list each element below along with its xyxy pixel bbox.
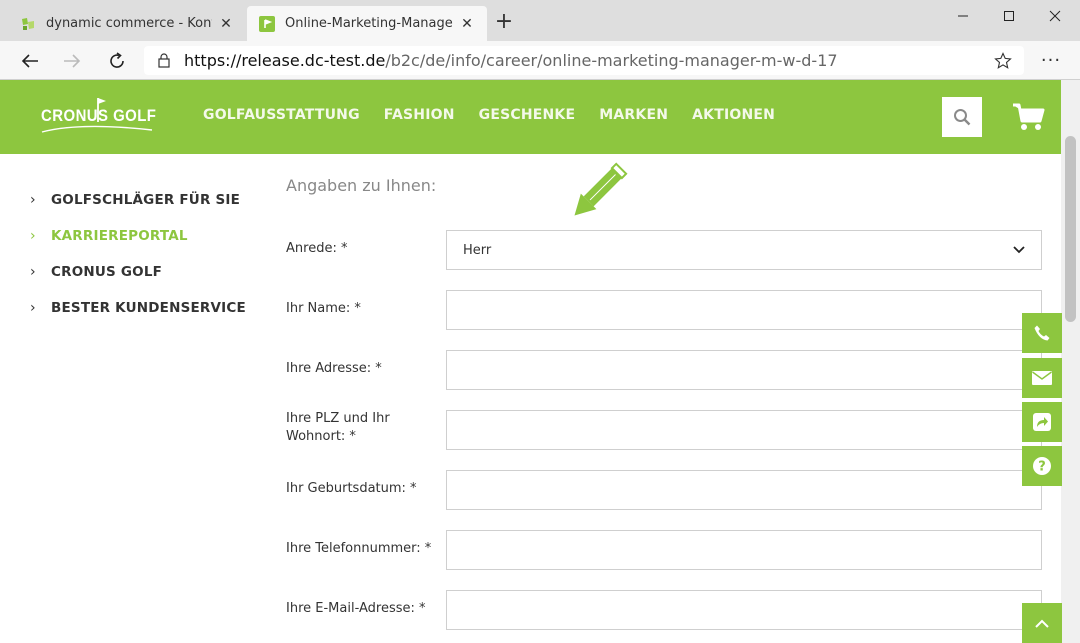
email-field[interactable] (446, 590, 1042, 630)
back-icon[interactable] (16, 48, 44, 74)
plz-wohnort-label: Ihre PLZ und Ihr Wohnort: * (286, 411, 390, 444)
name-label: Ihr Name: * (286, 301, 361, 316)
telefon-field[interactable] (446, 530, 1042, 570)
dc-favicon-icon (20, 16, 36, 32)
email-label: Ihre E-Mail-Adresse: * (286, 601, 426, 616)
geburtsdatum-field[interactable] (446, 470, 1042, 510)
adresse-field[interactable] (446, 350, 1042, 390)
cronus-favicon-icon (259, 15, 275, 32)
cart-icon (1013, 103, 1045, 130)
close-window-icon[interactable] (1032, 0, 1078, 32)
sidebar-item-label: CRONUS GOLF (51, 264, 163, 280)
close-tab-icon[interactable]: ✕ (459, 16, 475, 32)
url-path: /b2c/de/info/career/online-marketing-man… (385, 51, 838, 70)
site-header: CRONUS GOLF GOLFAUSSTATTUNG FASHION GESC… (0, 80, 1061, 154)
browser-menu-icon[interactable]: ··· (1038, 50, 1064, 71)
sidebar-item-karriereportal[interactable]: › KARRIEREPORTAL (30, 218, 270, 254)
minimize-icon[interactable] (940, 0, 986, 32)
chevron-right-icon: › (30, 228, 36, 244)
chevron-right-icon: › (30, 300, 36, 316)
browser-tab-kontakt[interactable]: dynamic commerce - Kontaktfor ✕ (8, 6, 246, 41)
chevron-right-icon: › (30, 192, 36, 208)
tab-title: dynamic commerce - Kontaktfor (46, 16, 212, 31)
adresse-label: Ihre Adresse: * (286, 361, 382, 376)
lock-icon (144, 53, 184, 68)
form-heading: Angaben zu Ihnen: (286, 176, 437, 195)
sidebar-item-label: BESTER KUNDENSERVICE (51, 300, 246, 316)
sidebar-item-kundenservice[interactable]: › BESTER KUNDENSERVICE (30, 290, 270, 326)
sidebar-item-cronus-golf[interactable]: › CRONUS GOLF (30, 254, 270, 290)
logo-text: CRONUS GOLF (41, 106, 157, 125)
phone-icon (1034, 325, 1050, 341)
share-button[interactable] (1022, 402, 1062, 442)
tab-title: Online-Marketing-Manager (m/w (285, 16, 453, 31)
page-scrollbar[interactable] (1061, 80, 1080, 643)
nav-geschenke[interactable]: GESCHENKE (479, 107, 576, 123)
help-button[interactable]: ? (1022, 446, 1062, 486)
forward-icon[interactable] (58, 48, 86, 74)
scrollbar-thumb[interactable] (1065, 136, 1076, 322)
scroll-to-top-button[interactable] (1022, 603, 1062, 643)
new-tab-button[interactable]: + (493, 11, 515, 34)
sidebar-nav: › GOLFSCHLÄGER FÜR SIE › KARRIEREPORTAL … (30, 182, 270, 326)
chevron-down-icon (1013, 246, 1025, 254)
nav-aktionen[interactable]: AKTIONEN (692, 107, 775, 123)
nav-fashion[interactable]: FASHION (384, 107, 455, 123)
name-field[interactable] (446, 290, 1042, 330)
chevron-up-icon (1035, 619, 1049, 628)
telefon-label: Ihre Telefonnummer: * (286, 541, 432, 556)
phone-button[interactable] (1022, 313, 1062, 353)
sidebar-item-label: KARRIEREPORTAL (51, 228, 188, 244)
address-bar-row: https://release.dc-test.de/b2c/de/info/c… (0, 41, 1080, 80)
help-icon: ? (1033, 457, 1051, 475)
cart-button[interactable] (1012, 102, 1046, 132)
search-button[interactable] (942, 97, 982, 137)
nav-golfausstattung[interactable]: GOLFAUSSTATTUNG (203, 107, 360, 123)
pencil-arrow-icon (574, 162, 628, 216)
svg-text:?: ? (1038, 460, 1046, 475)
plz-wohnort-field[interactable] (446, 410, 1042, 450)
sidebar-item-label: GOLFSCHLÄGER FÜR SIE (51, 192, 241, 208)
url-host: https://release.dc-test.de (184, 51, 386, 70)
cronus-golf-logo[interactable]: CRONUS GOLF (40, 94, 157, 140)
anrede-value: Herr (463, 242, 492, 258)
geburtsdatum-label: Ihr Geburtsdatum: * (286, 481, 417, 496)
share-icon (1033, 413, 1051, 431)
favorite-star-icon[interactable] (994, 52, 1012, 74)
anrede-select[interactable]: Herr (446, 230, 1042, 270)
url-field[interactable]: https://release.dc-test.de/b2c/de/info/c… (144, 46, 1024, 75)
email-button[interactable] (1022, 358, 1062, 398)
close-tab-icon[interactable]: ✕ (218, 16, 234, 32)
browser-tab-bar: dynamic commerce - Kontaktfor ✕ Online-M… (0, 0, 1080, 41)
chevron-right-icon: › (30, 264, 36, 280)
browser-tab-marketing[interactable]: Online-Marketing-Manager (m/w ✕ (247, 6, 487, 41)
anrede-label: Anrede: * (286, 241, 348, 256)
envelope-icon (1032, 371, 1052, 385)
search-icon (954, 109, 971, 126)
main-nav: GOLFAUSSTATTUNG FASHION GESCHENKE MARKEN… (203, 107, 775, 123)
maximize-icon[interactable] (986, 0, 1032, 32)
sidebar-item-golfschlaeger[interactable]: › GOLFSCHLÄGER FÜR SIE (30, 182, 270, 218)
nav-marken[interactable]: MARKEN (599, 107, 668, 123)
refresh-icon[interactable] (103, 48, 131, 74)
